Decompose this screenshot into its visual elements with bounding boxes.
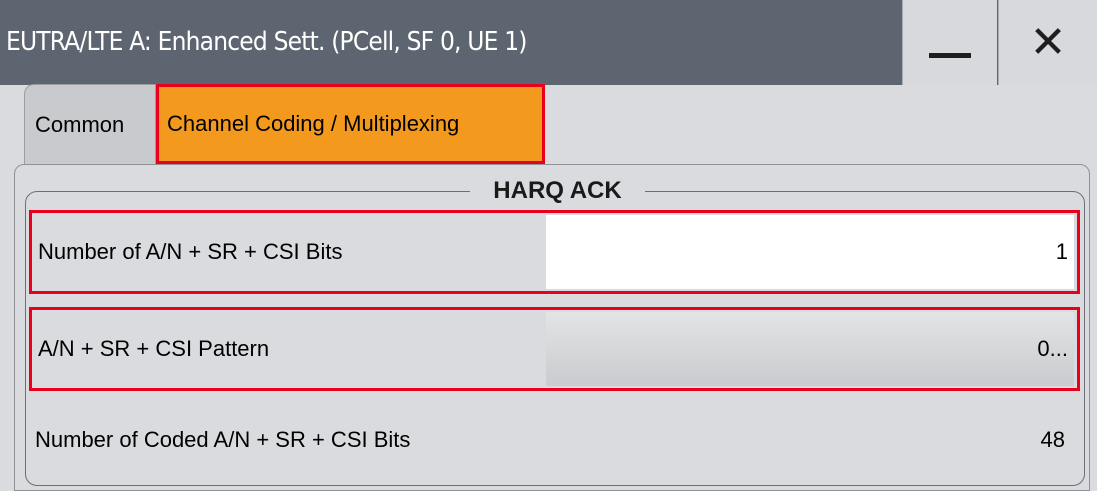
- row-pattern: A/N + SR + CSI Pattern 0...: [29, 307, 1080, 391]
- minimize-icon: [929, 53, 971, 58]
- tab-channel-coding-label: Channel Coding / Multiplexing: [167, 111, 460, 136]
- coded-bits-value: 48: [1040, 427, 1065, 452]
- title-bar: EUTRA/LTE A: Enhanced Sett. (PCell, SF 0…: [0, 0, 1097, 85]
- pattern-button[interactable]: 0...: [546, 312, 1074, 386]
- number-of-bits-input[interactable]: 1: [546, 215, 1074, 289]
- group-title: HARQ ACK: [470, 174, 645, 208]
- tab-channel-coding-multiplexing[interactable]: Channel Coding / Multiplexing: [156, 84, 545, 164]
- pattern-label: A/N + SR + CSI Pattern: [38, 336, 270, 361]
- tab-common-label: Common: [35, 111, 125, 137]
- number-of-bits-label: Number of A/N + SR + CSI Bits: [38, 239, 343, 264]
- tab-common[interactable]: Common: [24, 84, 156, 164]
- minimize-button[interactable]: [902, 0, 997, 85]
- row-coded-bits: Number of Coded A/N + SR + CSI Bits 48: [29, 401, 1080, 485]
- close-icon: ✕: [1029, 17, 1067, 67]
- coded-bits-label: Number of Coded A/N + SR + CSI Bits: [35, 427, 411, 452]
- close-button[interactable]: ✕: [998, 0, 1097, 85]
- window-title: EUTRA/LTE A: Enhanced Sett. (PCell, SF 0…: [6, 27, 527, 57]
- row-number-of-bits: Number of A/N + SR + CSI Bits 1: [29, 210, 1080, 294]
